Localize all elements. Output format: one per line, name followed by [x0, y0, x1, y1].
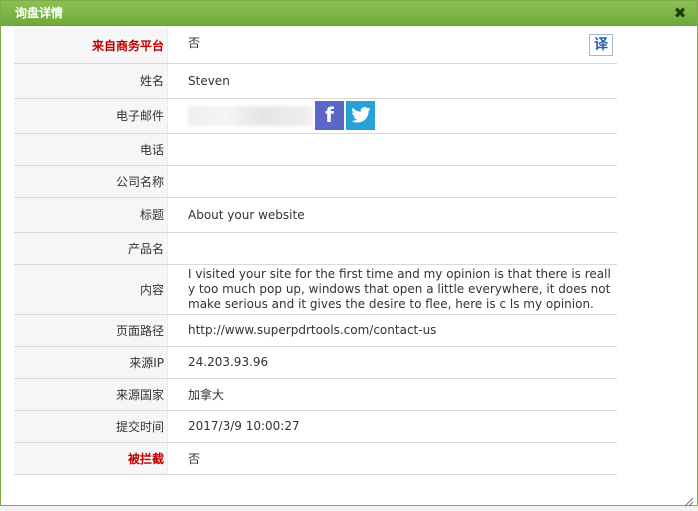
- email-redacted: [188, 105, 313, 126]
- label-blocked: 被拦截: [14, 442, 168, 475]
- twitter-icon[interactable]: [346, 101, 375, 130]
- table-row: 姓名 Steven: [14, 63, 617, 99]
- value-cell: I visited your site for the first time a…: [167, 264, 617, 315]
- table-row: 来自商务平台 否 译: [14, 28, 617, 64]
- label-content: 内容: [14, 264, 168, 315]
- value-company: [167, 165, 617, 198]
- value-content: I visited your site for the first time a…: [188, 266, 611, 311]
- table-row: 内容 I visited your site for the first tim…: [14, 264, 617, 315]
- label-phone: 电话: [14, 133, 168, 166]
- inquiry-detail-table: 来自商务平台 否 译 姓名 Steven 电子邮件 f 电话 公司名称 标题 A…: [14, 28, 617, 475]
- value-product: [167, 232, 617, 265]
- dialog-title: 询盘详情: [15, 6, 64, 20]
- label-source-country: 来源国家: [14, 378, 168, 411]
- resize-grip-icon[interactable]: [684, 492, 694, 507]
- label-from-business-platform: 来自商务平台: [14, 28, 168, 64]
- label-source-ip: 来源IP: [14, 346, 168, 379]
- value-blocked: 否: [167, 442, 617, 475]
- facebook-icon[interactable]: f: [315, 101, 344, 130]
- table-row: 电话: [14, 133, 617, 166]
- value-phone: [167, 133, 617, 166]
- label-product: 产品名: [14, 232, 168, 265]
- table-row: 提交时间 2017/3/9 10:00:27: [14, 410, 617, 443]
- label-subject: 标题: [14, 197, 168, 233]
- table-row: 标题 About your website: [14, 197, 617, 233]
- value-page-path: http://www.superpdrtools.com/contact-us: [167, 314, 617, 347]
- value-submit-time: 2017/3/9 10:00:27: [167, 410, 617, 443]
- table-row: 电子邮件 f: [14, 98, 617, 134]
- translate-button[interactable]: 译: [589, 33, 613, 56]
- value-source-ip: 24.203.93.96: [167, 346, 617, 379]
- value-cell: f: [167, 98, 617, 134]
- table-row: 产品名: [14, 232, 617, 265]
- dialog-titlebar[interactable]: 询盘详情 ✖: [1, 1, 697, 26]
- label-name: 姓名: [14, 63, 168, 99]
- label-email: 电子邮件: [14, 98, 168, 134]
- value-from-business-platform: 否: [188, 35, 201, 50]
- table-row: 被拦截 否: [14, 442, 617, 475]
- value-subject: About your website: [167, 197, 617, 233]
- label-company: 公司名称: [14, 165, 168, 198]
- value-name: Steven: [167, 63, 617, 99]
- table-row: 页面路径 http://www.superpdrtools.com/contac…: [14, 314, 617, 347]
- close-icon[interactable]: ✖: [673, 6, 687, 21]
- value-cell: 否 译: [167, 28, 617, 64]
- label-submit-time: 提交时间: [14, 410, 168, 443]
- label-page-path: 页面路径: [14, 314, 168, 347]
- value-source-country: 加拿大: [167, 378, 617, 411]
- table-row: 来源IP 24.203.93.96: [14, 346, 617, 379]
- table-row: 公司名称: [14, 165, 617, 198]
- table-row: 来源国家 加拿大: [14, 378, 617, 411]
- inquiry-detail-dialog: 询盘详情 ✖ 来自商务平台 否 译 姓名 Steven 电子邮件 f 电话 公司…: [0, 0, 698, 507]
